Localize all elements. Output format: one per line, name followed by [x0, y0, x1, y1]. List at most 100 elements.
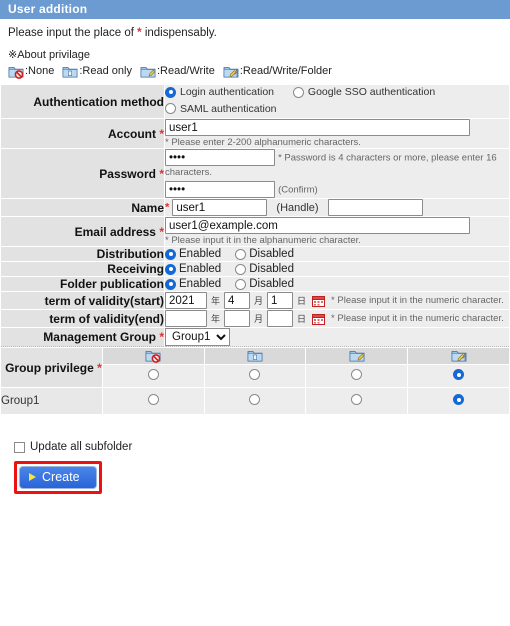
radio-saml-authentication-label: SAML authentication [180, 102, 277, 115]
radio-distribution-enabled-label: Enabled [179, 248, 222, 260]
name-input[interactable] [172, 199, 268, 216]
legend-item-readwrite: :Read/Write [140, 64, 215, 79]
password-confirm-input[interactable] [165, 181, 275, 198]
group1-privilege-read-write[interactable] [305, 387, 409, 415]
default-privilege-read-write-folder-radio[interactable] [453, 369, 465, 380]
group1-privilege-read-only[interactable] [203, 387, 307, 415]
column-header-read-only [203, 347, 307, 365]
calendar-icon[interactable] [312, 295, 326, 307]
radio-google-sso-authentication-dot[interactable] [292, 86, 304, 98]
label-password-text: Password [99, 166, 156, 181]
group1-privilege-read-only-radio[interactable] [249, 394, 261, 405]
distribution-options: Enabled Disabled [165, 248, 509, 260]
radio-distribution-disabled-dot[interactable] [235, 248, 247, 260]
radio-saml-authentication-dot[interactable] [165, 103, 176, 114]
label-account: Account * [0, 118, 165, 149]
row-password: Password * * Password is 4 characters or… [0, 148, 510, 199]
update-all-subfolder-checkbox[interactable] [14, 441, 25, 453]
radio-receiving-disabled[interactable]: Disabled [235, 263, 294, 275]
row-authentication-method: Authentication method Login authenticati… [0, 84, 510, 119]
group-row-name: Group1 [0, 387, 103, 415]
radio-distribution-enabled[interactable]: Enabled [165, 248, 221, 260]
handle-input[interactable] [327, 199, 423, 216]
validity-start-hint: * Please input it in the numeric charact… [331, 295, 504, 306]
validity-end-year-input[interactable] [165, 310, 207, 327]
row-folder-publication: Folder publication Enabled Disabled [0, 276, 510, 292]
default-privilege-read-write[interactable] [305, 364, 409, 388]
email-address-hint: * Please input it in the alphanumeric ch… [165, 235, 361, 246]
row-distribution: Distribution Enabled Disabled [0, 246, 510, 262]
folder-none-icon [8, 65, 24, 79]
group1-privilege-read-write-folder[interactable] [407, 387, 510, 415]
label-account-text: Account [107, 126, 156, 141]
legend-item-readwritefolder: :Read/Write/Folder [223, 64, 332, 79]
privilege-legend-heading: ※About privilage [8, 49, 90, 61]
radio-distribution-disabled[interactable]: Disabled [235, 248, 294, 260]
group1-privilege-read-write-folder-radio[interactable] [453, 394, 465, 405]
label-email-address: Email address * [0, 216, 165, 247]
group-privilege-table: Group privilege * Group1 [0, 347, 510, 415]
default-privilege-none[interactable] [101, 364, 205, 388]
label-folder-publication: Folder publication [0, 276, 165, 292]
radio-folder-publication-enabled-label: Enabled [179, 278, 222, 290]
validity-start-month-input[interactable] [224, 292, 251, 309]
email-address-input[interactable] [165, 217, 470, 234]
privilege-legend: ※About privilage :None :Read only:Read/… [0, 39, 510, 84]
group1-privilege-none-radio[interactable] [147, 394, 159, 405]
authentication-method-options: Login authentication Google SSO authenti… [165, 85, 509, 118]
validity-start-year-unit: 年 [211, 296, 221, 306]
radio-login-authentication-dot[interactable] [165, 86, 176, 98]
radio-login-authentication[interactable]: Login authentication [165, 85, 274, 99]
radio-folder-publication-disabled-dot[interactable] [235, 278, 247, 290]
legend-label-readwrite: :Read/Write [156, 65, 215, 77]
name-required: * [165, 201, 170, 214]
update-all-subfolder-label: Update all subfolder [30, 441, 133, 453]
create-button-highlight: Create [14, 461, 102, 494]
password-input[interactable] [165, 149, 275, 166]
radio-receiving-enabled-label: Enabled [179, 263, 222, 275]
legend-item-read: :Read only [62, 64, 132, 79]
row-name: Name * (Handle) [0, 198, 510, 217]
validity-start-day-input[interactable] [267, 292, 294, 309]
password-confirm-label: (Confirm) [278, 184, 318, 196]
folder-readwritefolder-icon [223, 65, 239, 79]
label-email-address-required: * [159, 224, 164, 239]
radio-saml-authentication[interactable]: SAML authentication [165, 102, 277, 116]
radio-folder-publication-enabled[interactable]: Enabled [165, 278, 221, 290]
label-group-privilege: Group privilege * [0, 347, 103, 388]
default-privilege-none-radio[interactable] [147, 369, 159, 380]
default-privilege-read-write-radio[interactable] [351, 369, 363, 380]
folder-none-icon [145, 349, 161, 363]
radio-distribution-enabled-dot[interactable] [165, 248, 176, 260]
group1-privilege-none[interactable] [101, 387, 205, 415]
default-privilege-read-only-radio[interactable] [249, 369, 261, 380]
validity-end-month-input[interactable] [224, 310, 251, 327]
validity-end-day-input[interactable] [267, 310, 294, 327]
default-privilege-read-only[interactable] [203, 364, 307, 388]
row-email-address: Email address * * Please input it in the… [0, 216, 510, 247]
calendar-icon[interactable] [312, 313, 326, 325]
intro-before: Please input the place of [8, 27, 138, 39]
radio-folder-publication-disabled[interactable]: Disabled [235, 278, 294, 290]
update-all-subfolder-row[interactable]: Update all subfolder [14, 441, 510, 453]
radio-receiving-disabled-dot[interactable] [235, 263, 247, 275]
management-group-select[interactable]: Group1 [165, 328, 230, 346]
row-receiving: Receiving Enabled Disabled [0, 261, 510, 277]
label-name: Name [0, 198, 165, 217]
radio-folder-publication-enabled-dot[interactable] [165, 278, 176, 290]
create-button[interactable]: Create [19, 466, 97, 489]
validity-start-year-input[interactable] [165, 292, 207, 309]
handle-label: (Handle) [276, 201, 319, 214]
create-button-label: Create [42, 470, 80, 484]
label-management-group-text: Management Group [43, 330, 156, 344]
folder-readwrite-icon [140, 65, 156, 79]
radio-receiving-enabled[interactable]: Enabled [165, 263, 221, 275]
radio-receiving-enabled-dot[interactable] [165, 263, 176, 275]
radio-google-sso-authentication[interactable]: Google SSO authentication [292, 85, 435, 99]
group1-privilege-read-write-radio[interactable] [351, 394, 363, 405]
account-input[interactable] [165, 119, 470, 136]
label-password: Password * [0, 148, 165, 199]
label-receiving: Receiving [0, 261, 165, 277]
default-privilege-read-write-folder[interactable] [407, 364, 510, 388]
folder-read-icon [247, 349, 263, 363]
